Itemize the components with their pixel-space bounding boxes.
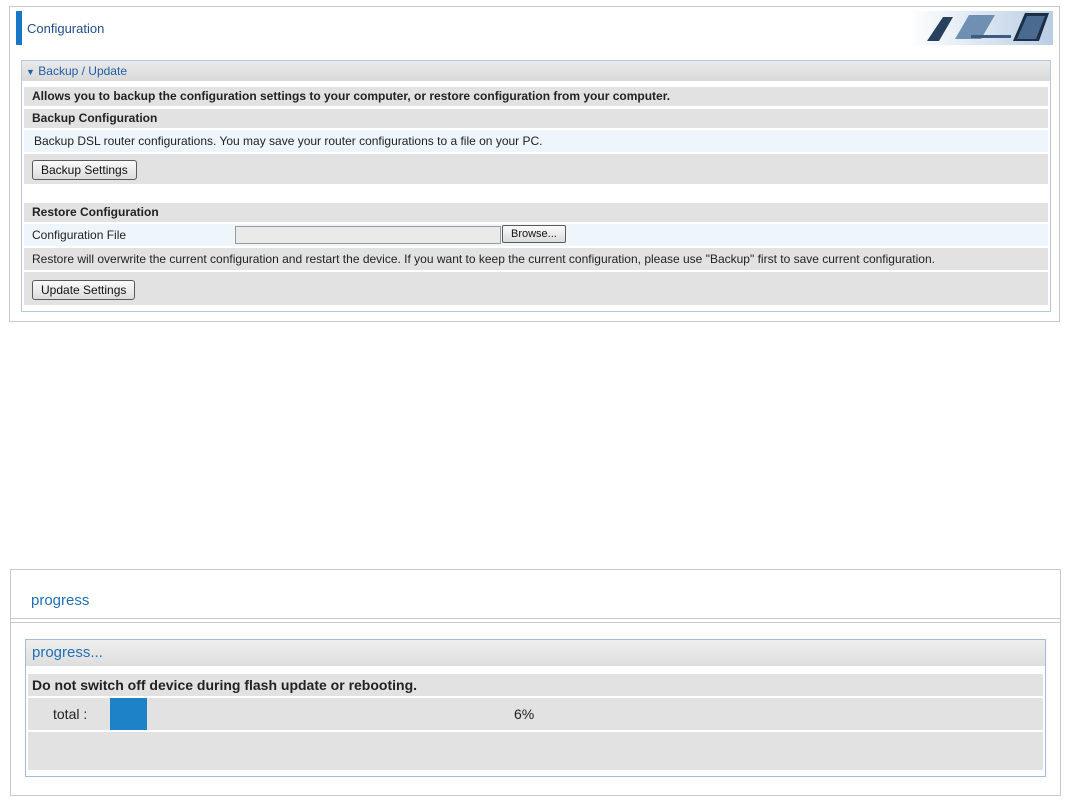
total-label: total : xyxy=(53,706,88,722)
computer-banner-icon xyxy=(909,11,1053,45)
progress-section-title: progress... xyxy=(26,640,1045,666)
triangle-down-icon: ▼ xyxy=(26,67,35,77)
restore-warning-row: Restore will overwrite the current confi… xyxy=(24,248,1048,270)
configuration-header: Configuration xyxy=(10,7,1059,47)
divider xyxy=(11,618,1060,623)
configuration-panel: Configuration ▼ Backup / Update Allows y… xyxy=(9,6,1060,322)
progress-box: progress... Do not switch off device dur… xyxy=(25,639,1046,777)
restore-heading: Restore Configuration xyxy=(32,205,159,219)
backup-heading: Backup Configuration xyxy=(32,111,158,125)
restore-heading-row: Restore Configuration xyxy=(24,203,1048,222)
browse-button[interactable]: Browse... xyxy=(502,225,566,243)
section-title: ▼ Backup / Update xyxy=(22,61,1050,81)
progress-panel: progress progress... Do not switch off d… xyxy=(10,569,1061,796)
progress-bar-fill xyxy=(110,698,147,730)
header-accent-bar xyxy=(16,11,22,45)
restore-warning: Restore will overwrite the current confi… xyxy=(32,252,935,266)
backup-description-row: Backup DSL router configurations. You ma… xyxy=(24,130,1048,152)
update-button-row: Update Settings xyxy=(24,272,1048,305)
backup-button-row: Backup Settings xyxy=(24,154,1048,184)
backup-heading-row: Backup Configuration xyxy=(24,109,1048,128)
backup-description: Backup DSL router configurations. You ma… xyxy=(34,134,543,148)
intro-text: Allows you to backup the configuration s… xyxy=(32,89,671,103)
configuration-file-row: Configuration File Browse... xyxy=(24,224,1048,246)
page-title: Configuration xyxy=(27,21,105,36)
intro-row: Allows you to backup the configuration s… xyxy=(24,87,1048,106)
progress-page-title: progress xyxy=(31,592,90,609)
update-settings-button[interactable]: Update Settings xyxy=(32,280,136,300)
total-progress-row: total : 6% xyxy=(28,698,1043,730)
backup-update-box: ▼ Backup / Update Allows you to backup t… xyxy=(21,60,1051,312)
progress-percent: 6% xyxy=(514,706,535,722)
section-title-label: Backup / Update xyxy=(38,64,127,78)
flash-warning: Do not switch off device during flash up… xyxy=(28,674,1043,696)
configuration-file-input[interactable] xyxy=(235,226,501,244)
backup-settings-button[interactable]: Backup Settings xyxy=(32,160,137,180)
progress-bar: 6% xyxy=(110,698,1030,730)
configuration-file-label: Configuration File xyxy=(32,228,127,242)
empty-row xyxy=(28,732,1043,770)
